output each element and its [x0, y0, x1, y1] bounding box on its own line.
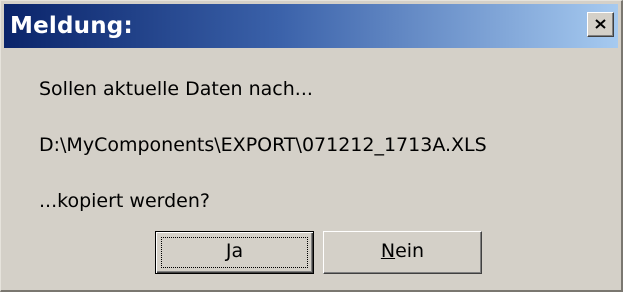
message-file-path: D:\MyComponents\EXPORT\071212_1713A.XLS	[39, 134, 487, 156]
yes-button[interactable]: Ja	[155, 231, 314, 274]
no-button[interactable]: Nein	[323, 231, 482, 274]
message-line-1: Sollen aktuelle Daten nach...	[39, 78, 313, 100]
title-bar[interactable]: Meldung:	[4, 4, 618, 48]
yes-button-label: Ja	[225, 240, 244, 262]
message-dialog: Meldung: Sollen aktuelle Daten nach... D…	[0, 0, 623, 292]
close-button[interactable]	[587, 12, 614, 37]
dialog-title: Meldung:	[10, 13, 133, 39]
no-button-label: Nein	[380, 240, 425, 262]
message-line-3: ...kopiert werden?	[39, 190, 210, 212]
close-icon	[595, 19, 606, 29]
